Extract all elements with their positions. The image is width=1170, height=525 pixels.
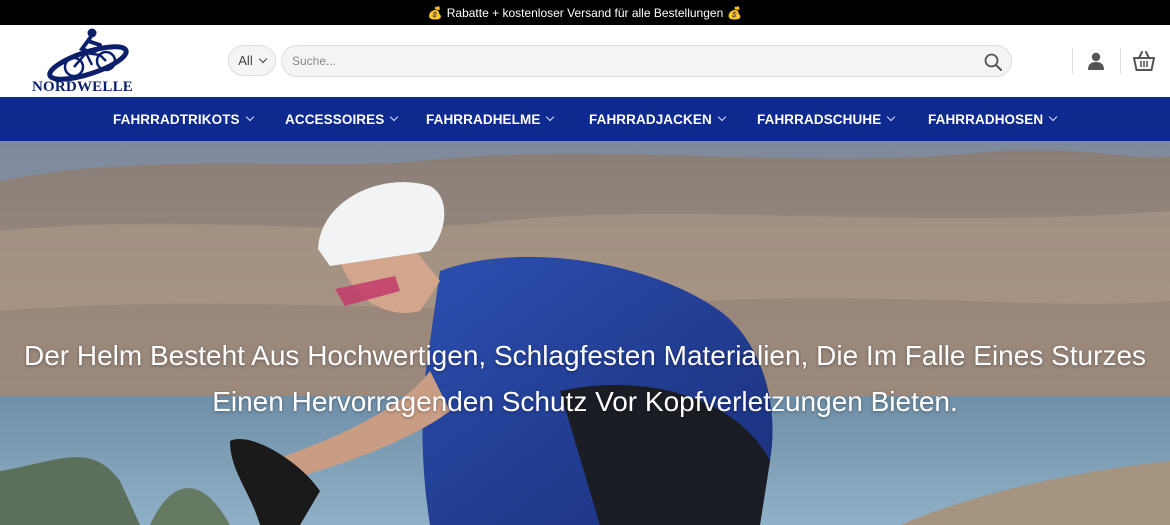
nav-item-fahrradjacken[interactable]: FAHRRADJACKEN [589, 97, 727, 141]
nav-item-label: FAHRRADSCHUHE [757, 111, 882, 127]
hero-headline: Der Helm Besteht Aus Hochwertigen, Schla… [0, 333, 1170, 425]
nav-item-fahrradtrikots[interactable]: FAHRRADTRIKOTS [113, 97, 254, 141]
cart-icon[interactable] [1132, 49, 1156, 73]
nav-item-label: FAHRRADHOSEN [928, 111, 1044, 127]
main-navigation: FAHRRADTRIKOTS ACCESSOIRES FAHRRADHELME … [0, 97, 1170, 141]
promo-text: Rabatte + kostenloser Versand für alle B… [446, 5, 724, 20]
header-divider [1072, 48, 1073, 74]
search-input[interactable] [292, 46, 972, 76]
chevron-down-icon [245, 112, 254, 122]
chevron-down-icon [546, 112, 555, 122]
chevron-down-icon [717, 112, 727, 122]
site-logo[interactable]: NORDWELLE [30, 27, 150, 95]
promo-bar: 💰 Rabatte + kostenloser Versand für alle… [0, 0, 1170, 25]
nav-item-label: FAHRRADHELME [426, 111, 541, 127]
site-header: NORDWELLE All [0, 25, 1170, 97]
money-bag-icon: 💰 [727, 5, 743, 20]
chevron-down-icon [1048, 112, 1058, 122]
search-icon[interactable] [983, 52, 1003, 72]
hero-headline-line: Der Helm Besteht Aus Hochwertigen, Schla… [23, 340, 1147, 371]
hero-headline-line: Einen Hervorragenden Schutz Vor Kopfverl… [212, 386, 958, 417]
chevron-down-icon [258, 54, 267, 64]
money-bag-icon: 💰 [427, 5, 443, 20]
logo-text: NORDWELLE [32, 79, 133, 95]
chevron-down-icon [390, 112, 399, 122]
user-icon[interactable] [1086, 51, 1106, 71]
category-select[interactable]: All [228, 45, 276, 76]
nav-item-label: FAHRRADJACKEN [589, 111, 712, 127]
hero-banner[interactable]: Der Helm Besteht Aus Hochwertigen, Schla… [0, 141, 1170, 525]
nav-item-fahrradhosen[interactable]: FAHRRADHOSEN [928, 97, 1058, 141]
cyclist-logo-icon [47, 28, 129, 82]
header-divider [1120, 48, 1121, 74]
chevron-down-icon [887, 112, 896, 122]
category-select-value: All [238, 53, 253, 68]
nav-item-fahrradhelme[interactable]: FAHRRADHELME [426, 97, 555, 141]
nav-item-fahrradschuhe[interactable]: FAHRRADSCHUHE [757, 97, 896, 141]
nav-item-accessoires[interactable]: ACCESSOIRES [285, 97, 399, 141]
search-bar [281, 45, 1012, 77]
nav-item-label: FAHRRADTRIKOTS [113, 111, 240, 127]
nav-item-label: ACCESSOIRES [285, 111, 385, 127]
